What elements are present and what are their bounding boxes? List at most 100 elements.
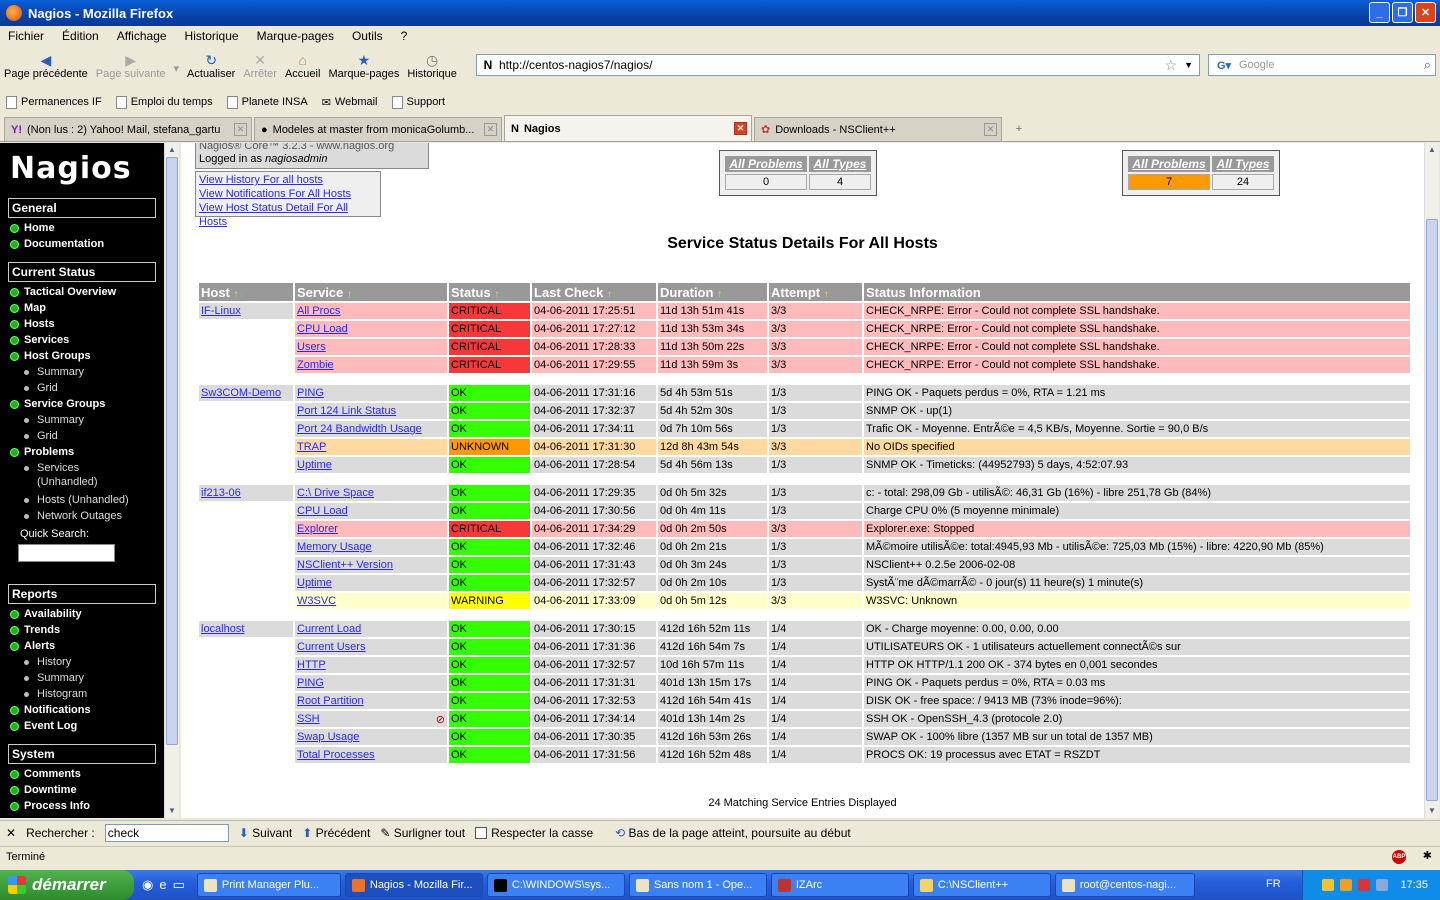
sidebar-tactical[interactable]: Tactical Overview xyxy=(0,284,164,300)
tray-icon[interactable] xyxy=(1358,879,1371,891)
google-icon[interactable]: G▾ xyxy=(1209,59,1239,72)
menu-marque-pages[interactable]: Marque-pages xyxy=(257,29,334,43)
sort-down-icon[interactable]: ↓ xyxy=(499,289,504,300)
back-button[interactable]: ◀ Page précédente xyxy=(0,46,92,88)
forward-button[interactable]: ▶ Page suivante xyxy=(92,46,170,88)
scroll-down-icon[interactable]: ▼ xyxy=(165,804,179,818)
shield-icon[interactable] xyxy=(1340,879,1353,891)
service-link[interactable]: Total Processes xyxy=(297,749,375,761)
sidebar-network-outages[interactable]: Network Outages xyxy=(0,508,164,524)
sidebar-home[interactable]: Home xyxy=(0,220,164,236)
service-link[interactable]: PING xyxy=(297,387,324,399)
host-all-types-link[interactable]: All Types xyxy=(809,156,871,172)
bookmark-support[interactable]: Support xyxy=(391,95,445,109)
col-attempt[interactable]: Attempt ↑↓ xyxy=(769,283,862,301)
host-link[interactable]: if213-06 xyxy=(201,487,241,499)
search-input[interactable]: G▾ Google ⌕ xyxy=(1208,54,1436,76)
history-dropdown[interactable]: ▾ xyxy=(170,46,184,88)
menu-historique[interactable]: Historique xyxy=(185,29,239,43)
service-link[interactable]: All Procs xyxy=(297,305,340,317)
language-indicator[interactable]: FR xyxy=(1266,878,1281,890)
service-link[interactable]: Root Partition xyxy=(297,695,364,707)
sort-down-icon[interactable]: ↓ xyxy=(239,289,244,300)
quick-search-input[interactable] xyxy=(18,544,115,562)
find-prev-button[interactable]: ⬆ Précédent xyxy=(302,826,370,840)
history-button[interactable]: ◷ Historique xyxy=(403,46,461,88)
match-case-checkbox[interactable]: Respecter la casse xyxy=(475,826,593,840)
host-link[interactable]: IF-Linux xyxy=(201,305,241,317)
find-next-button[interactable]: ⬇ Suivant xyxy=(239,826,292,840)
service-link[interactable]: HTTP xyxy=(297,659,326,671)
scrollbar-thumb[interactable] xyxy=(1426,219,1438,801)
menu-help[interactable]: ? xyxy=(401,29,408,43)
link-view-notifications[interactable]: View Notifications For All Hosts xyxy=(199,187,377,201)
sidebar-alerts-summary[interactable]: Summary xyxy=(0,670,164,686)
service-link[interactable]: Current Load xyxy=(297,623,361,635)
col-host[interactable]: Host ↑↓ xyxy=(199,283,293,301)
col-status[interactable]: Status ↑↓ xyxy=(449,283,530,301)
col-duration[interactable]: Duration ↑↓ xyxy=(658,283,767,301)
search-icon[interactable]: ⌕ xyxy=(1424,57,1431,73)
sidebar-alerts-history[interactable]: History xyxy=(0,654,164,670)
tab-github[interactable]: ● Modeles at master from monicaGolumb... ✕ xyxy=(254,117,502,141)
maximize-button[interactable]: ❐ xyxy=(1392,2,1413,23)
task-cmd[interactable]: C:\WINDOWS\sys... xyxy=(486,873,625,897)
service-link[interactable]: Explorer xyxy=(297,523,338,535)
sidebar-process-info[interactable]: Process Info xyxy=(0,798,164,814)
service-link[interactable]: PING xyxy=(297,677,324,689)
menu-fichier[interactable]: Fichier xyxy=(8,29,44,43)
host-link[interactable]: localhost xyxy=(201,623,244,635)
menu-affichage[interactable]: Affichage xyxy=(117,29,167,43)
service-link[interactable]: Current Users xyxy=(297,641,365,653)
service-link[interactable]: Users xyxy=(297,341,326,353)
new-tab-button[interactable]: + xyxy=(1004,117,1034,141)
bookmark-permanences[interactable]: Permanences IF xyxy=(6,95,102,109)
sort-down-icon[interactable]: ↓ xyxy=(352,289,357,300)
task-nagios-firefox[interactable]: Nagios - Mozilla Fir... xyxy=(344,873,483,897)
svc-types-count[interactable]: 24 xyxy=(1212,174,1274,190)
bookmarks-button[interactable]: ★ Marque-pages xyxy=(324,46,403,88)
service-link[interactable]: Zombie xyxy=(297,359,334,371)
service-link[interactable]: CPU Load xyxy=(297,505,348,517)
link-view-history[interactable]: View History For all hosts xyxy=(199,173,377,187)
status-tools-icon[interactable]: ✱ xyxy=(1423,849,1432,862)
tab-close-icon[interactable]: ✕ xyxy=(984,123,997,136)
tab-downloads[interactable]: ✿ Downloads - NSClient++ ✕ xyxy=(754,117,1002,141)
task-putty[interactable]: root@centos-nagi... xyxy=(1054,873,1195,897)
sidebar-hg-summary[interactable]: Summary xyxy=(0,364,164,380)
highlight-all-button[interactable]: ✎ Surligner tout xyxy=(380,826,465,840)
sidebar-service-groups[interactable]: Service Groups xyxy=(0,396,164,412)
sidebar-trends[interactable]: Trends xyxy=(0,622,164,638)
svc-problems-count[interactable]: 7 xyxy=(1128,174,1210,190)
service-link[interactable]: Uptime xyxy=(297,577,332,589)
reload-button[interactable]: ↻ Actualiser xyxy=(183,46,239,88)
service-link[interactable]: SSH xyxy=(297,713,320,725)
url-bar[interactable]: N http://centos-nagios7/nagios/ ☆ ▼ xyxy=(476,54,1200,76)
host-problems-count[interactable]: 0 xyxy=(725,174,807,190)
sort-down-icon[interactable]: ↓ xyxy=(829,289,834,300)
menu-outils[interactable]: Outils xyxy=(352,29,383,43)
sidebar-hg-grid[interactable]: Grid xyxy=(0,380,164,396)
close-button[interactable]: ✕ xyxy=(1415,2,1436,23)
sidebar-problems-unhandled[interactable]: (Unhandled) xyxy=(0,476,164,492)
tab-close-icon[interactable]: ✕ xyxy=(484,123,497,136)
sidebar-documentation[interactable]: Documentation xyxy=(0,236,164,252)
sidebar-problems-hosts[interactable]: Hosts (Unhandled) xyxy=(0,492,164,508)
service-link[interactable]: CPU Load xyxy=(297,323,348,335)
sidebar-comments[interactable]: Comments xyxy=(0,766,164,782)
adblock-icon[interactable]: ABP xyxy=(1392,850,1406,864)
sidebar-event-log[interactable]: Event Log xyxy=(0,718,164,734)
service-link[interactable]: Port 124 Link Status xyxy=(297,405,396,417)
task-print-manager[interactable]: Print Manager Plu... xyxy=(196,873,341,897)
sidebar-downtime[interactable]: Downtime xyxy=(0,782,164,798)
network-icon[interactable] xyxy=(1376,879,1389,891)
tab-nagios[interactable]: N Nagios ✕ xyxy=(504,115,752,141)
home-button[interactable]: ⌂ Accueil xyxy=(281,46,324,88)
sidebar-alerts-histogram[interactable]: Histogram xyxy=(0,686,164,702)
sort-down-icon[interactable]: ↓ xyxy=(722,289,727,300)
svc-all-types-link[interactable]: All Types xyxy=(1212,156,1274,172)
sidebar-notifications[interactable]: Notifications xyxy=(0,702,164,718)
sidebar-map[interactable]: Map xyxy=(0,300,164,316)
bookmark-webmail[interactable]: ✉ Webmail xyxy=(322,96,378,109)
scroll-up-icon[interactable]: ▲ xyxy=(165,143,179,157)
